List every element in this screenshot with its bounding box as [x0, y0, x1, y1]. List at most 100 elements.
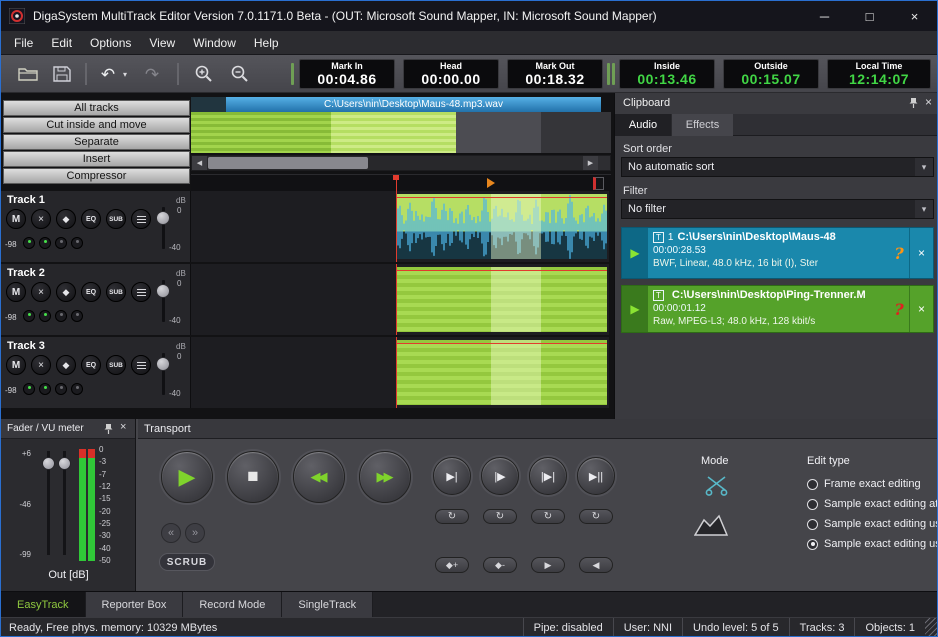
scroll-left-arrow[interactable]: ◀	[192, 156, 207, 170]
pan-button[interactable]: ◆	[56, 282, 76, 302]
tab-effects[interactable]: Effects	[671, 114, 733, 136]
tab-reporter-box[interactable]: Reporter Box	[86, 592, 184, 618]
track-knob[interactable]	[55, 383, 67, 395]
clip-gain-line[interactable]	[396, 197, 607, 198]
menu-edit[interactable]: Edit	[42, 33, 81, 53]
entry-close-button[interactable]: ×	[909, 286, 933, 332]
play-icon[interactable]: ▶	[622, 228, 648, 278]
tool-button-insert[interactable]: Insert	[3, 151, 190, 167]
track-knob[interactable]	[71, 237, 83, 249]
track-menu-button[interactable]	[131, 282, 151, 302]
sub-button[interactable]: SUB	[106, 282, 126, 302]
ruler-cursor-flag[interactable]	[393, 175, 399, 180]
scrollbar-thumb[interactable]	[208, 157, 368, 169]
scrub-button[interactable]: SCRUB	[159, 553, 215, 571]
scroll-right-arrow[interactable]: ▶	[583, 156, 598, 170]
pan-button[interactable]: ◆	[56, 209, 76, 229]
maximize-button[interactable]: □	[847, 1, 892, 31]
track-lane[interactable]	[191, 191, 609, 262]
marker-previous-button[interactable]: ◀	[579, 557, 613, 573]
close-button[interactable]: ×	[892, 1, 937, 31]
pan-button[interactable]: ◆	[56, 355, 76, 375]
overview-waveform-strip[interactable]	[191, 112, 611, 153]
track-knob[interactable]	[23, 310, 35, 322]
tool-button-separate[interactable]: Separate	[3, 134, 190, 150]
track-knob[interactable]	[23, 237, 35, 249]
fader-knob[interactable]	[156, 284, 170, 298]
play-selection-button[interactable]: |▶|	[529, 457, 567, 495]
undo-button[interactable]: ↶	[95, 62, 121, 86]
tab-easytrack[interactable]: EasyTrack	[1, 592, 86, 618]
clipboard-entry[interactable]: ▶ T 1 C:\Users\nin\Desktop\Maus-48 00:00…	[621, 227, 934, 279]
clipboard-close-button[interactable]: ×	[925, 95, 932, 109]
eq-button[interactable]: EQ	[81, 282, 101, 302]
menu-window[interactable]: Window	[184, 33, 245, 53]
redo-button[interactable]: ↷	[139, 62, 165, 86]
fast-forward-button[interactable]: ▶▶	[359, 451, 411, 503]
resize-grip[interactable]	[925, 618, 938, 637]
mute-button[interactable]: M	[6, 355, 26, 375]
play-pause-button[interactable]: ▶||	[577, 457, 615, 495]
tool-button-all-tracks[interactable]: All tracks	[3, 100, 190, 116]
tool-button-compressor[interactable]: Compressor	[3, 168, 190, 184]
next-button[interactable]: »	[185, 523, 205, 543]
ruler-play-marker[interactable]	[487, 178, 495, 188]
eq-button[interactable]: EQ	[81, 355, 101, 375]
loop-button[interactable]: ↻	[579, 509, 613, 524]
play-button[interactable]: ▶	[161, 451, 213, 503]
save-button[interactable]	[49, 62, 75, 86]
open-folder-button[interactable]	[15, 62, 41, 86]
loop-button[interactable]: ↻	[483, 509, 517, 524]
clip-gain-line[interactable]	[396, 270, 607, 271]
edit-type-radio-3[interactable]	[807, 539, 818, 550]
speaker-off-button[interactable]: ×	[31, 209, 51, 229]
track-knob[interactable]	[55, 237, 67, 249]
tab-singletrack[interactable]: SingleTrack	[282, 592, 373, 618]
out-fader-knob[interactable]	[42, 457, 55, 470]
mute-button[interactable]: M	[6, 209, 26, 229]
track-knob[interactable]	[71, 310, 83, 322]
sub-button[interactable]: SUB	[106, 209, 126, 229]
timeline-ruler[interactable]	[191, 174, 611, 191]
menu-help[interactable]: Help	[245, 33, 288, 53]
chevron-down-icon[interactable]: ▾	[915, 200, 933, 218]
tool-button-cut-inside-and-move[interactable]: Cut inside and move	[3, 117, 190, 133]
tab-record-mode[interactable]: Record Mode	[183, 592, 282, 618]
edit-type-option[interactable]: Sample exact editing us	[807, 517, 938, 531]
track-knob[interactable]	[39, 310, 51, 322]
overview-file-title[interactable]: C:\Users\nin\Desktop\Maus-48.mp3.wav	[226, 97, 601, 112]
overview-scrollbar[interactable]: ◀ ▶	[191, 155, 611, 171]
track-knob[interactable]	[71, 383, 83, 395]
track-menu-button[interactable]	[131, 355, 151, 375]
track-knob[interactable]	[39, 237, 51, 249]
fader-knob[interactable]	[156, 211, 170, 225]
chevron-down-icon[interactable]: ▾	[915, 158, 933, 176]
edit-type-option[interactable]: Sample exact editing at	[807, 497, 938, 511]
previous-button[interactable]: «	[161, 523, 181, 543]
loop-button[interactable]: ↻	[531, 509, 565, 524]
edit-type-radio-2[interactable]	[807, 519, 818, 530]
menu-options[interactable]: Options	[81, 33, 140, 53]
play-to-cursor-button[interactable]: ▶|	[433, 457, 471, 495]
panel-close-button[interactable]: ×	[120, 421, 126, 433]
filter-select[interactable]: No filter ▾	[621, 199, 934, 219]
entry-close-button[interactable]: ×	[909, 228, 933, 278]
tab-audio[interactable]: Audio	[615, 114, 671, 136]
play-icon[interactable]: ▶	[622, 286, 648, 332]
audio-clip[interactable]	[396, 267, 607, 332]
ruler-end-marker[interactable]	[593, 177, 604, 190]
rewind-button[interactable]: ◀◀	[293, 451, 345, 503]
track-lane[interactable]	[191, 264, 609, 335]
track-lane[interactable]	[191, 337, 609, 408]
edit-type-option[interactable]: Frame exact editing	[807, 477, 938, 491]
play-from-cursor-button[interactable]: |▶	[481, 457, 519, 495]
menu-file[interactable]: File	[5, 33, 42, 53]
clipboard-entry[interactable]: ▶ T C:\Users\nin\Desktop\Ping-Trenner.M …	[621, 285, 934, 333]
undo-dropdown-button[interactable]: ▾	[119, 62, 131, 86]
edit-type-radio-0[interactable]	[807, 479, 818, 490]
speaker-off-button[interactable]: ×	[31, 282, 51, 302]
pin-icon[interactable]	[104, 423, 113, 438]
sub-button[interactable]: SUB	[106, 355, 126, 375]
fader-knob[interactable]	[156, 357, 170, 371]
eq-button[interactable]: EQ	[81, 209, 101, 229]
